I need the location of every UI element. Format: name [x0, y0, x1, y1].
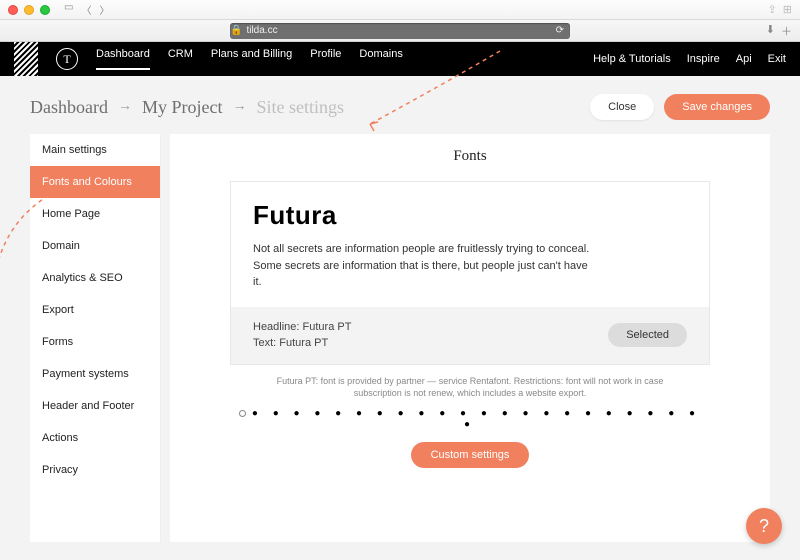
font-footnote: Futura PT: font is provided by partner —… — [260, 375, 680, 400]
breadcrumb-current: Site settings — [256, 97, 344, 118]
forward-icon[interactable]: 〉 — [99, 2, 109, 17]
macos-titlebar: ▭ 〈 〉 ⇪ ⊞ — [0, 0, 800, 20]
nav-help[interactable]: Help & Tutorials — [593, 53, 671, 65]
breadcrumb: Dashboard → My Project → Site settings — [30, 97, 344, 118]
panel-heading: Fonts — [230, 148, 710, 165]
sidebar-item-payment[interactable]: Payment systems — [30, 358, 160, 390]
brand-pattern — [14, 42, 38, 76]
font-meta: Headline: Futura PT Text: Futura PT — [253, 319, 351, 352]
font-sample-title: Futura — [253, 200, 687, 231]
share-icon[interactable]: ⇪ — [768, 3, 777, 16]
app-topnav: T Dashboard CRM Plans and Billing Profil… — [0, 42, 800, 76]
back-icon[interactable]: 〈 — [81, 2, 91, 17]
sidebar-item-home[interactable]: Home Page — [30, 198, 160, 230]
nav-crm[interactable]: CRM — [168, 48, 193, 70]
nav-links: Dashboard CRM Plans and Billing Profile … — [96, 48, 403, 70]
page-body: Dashboard → My Project → Site settings C… — [0, 76, 800, 560]
sidebar-toggle-icon[interactable]: ▭ — [64, 2, 73, 17]
nav-dashboard[interactable]: Dashboard — [96, 48, 150, 70]
sidebar-item-export[interactable]: Export — [30, 294, 160, 326]
sidebar-item-headerfooter[interactable]: Header and Footer — [30, 390, 160, 422]
settings-sidebar: Main settings Fonts and Colours Home Pag… — [30, 134, 160, 542]
tabs-icon[interactable]: ⊞ — [783, 3, 792, 16]
nav-inspire[interactable]: Inspire — [687, 53, 720, 65]
close-button[interactable]: Close — [590, 94, 654, 120]
sidebar-item-domain[interactable]: Domain — [30, 230, 160, 262]
sidebar-item-fonts[interactable]: Fonts and Colours — [30, 166, 160, 198]
downloads-icon[interactable]: ⬇ — [766, 23, 775, 39]
url-field[interactable]: 🔒 tilda.cc ⟳ — [230, 23, 570, 39]
nav-api[interactable]: Api — [736, 53, 752, 65]
sidebar-item-forms[interactable]: Forms — [30, 326, 160, 358]
browser-url-bar: 🔒 tilda.cc ⟳ ⬇ ＋ — [0, 20, 800, 42]
chevron-right-icon: → — [118, 99, 132, 115]
font-sample-desc: Not all secrets are information people a… — [253, 241, 593, 291]
fonts-panel: Fonts Futura Not all secrets are informa… — [170, 134, 770, 542]
carousel-dots[interactable]: ● ● ● ● ● ● ● ● ● ● ● ● ● ● ● ● ● ● ● ● … — [230, 408, 710, 430]
traffic-zoom-icon[interactable] — [40, 5, 50, 15]
breadcrumb-row: Dashboard → My Project → Site settings C… — [0, 76, 800, 134]
traffic-minimize-icon[interactable] — [24, 5, 34, 15]
selected-badge[interactable]: Selected — [608, 323, 687, 347]
font-card: Futura Not all secrets are information p… — [230, 181, 710, 365]
breadcrumb-dashboard[interactable]: Dashboard — [30, 97, 108, 118]
nav-exit[interactable]: Exit — [768, 53, 786, 65]
help-fab[interactable]: ? — [746, 508, 782, 544]
chevron-right-icon: → — [232, 99, 246, 115]
question-icon: ? — [759, 516, 769, 537]
text-label: Text: Futura PT — [253, 335, 351, 352]
url-host: tilda.cc — [246, 25, 277, 36]
reload-icon[interactable]: ⟳ — [556, 25, 564, 36]
tilda-logo-icon[interactable]: T — [56, 48, 78, 70]
save-changes-button[interactable]: Save changes — [664, 94, 770, 120]
custom-settings-button[interactable]: Custom settings — [411, 442, 530, 468]
traffic-close-icon[interactable] — [8, 5, 18, 15]
nav-profile[interactable]: Profile — [310, 48, 341, 70]
breadcrumb-project[interactable]: My Project — [142, 97, 223, 118]
headline-label: Headline: Futura PT — [253, 319, 351, 336]
sidebar-item-privacy[interactable]: Privacy — [30, 454, 160, 486]
sidebar-item-main[interactable]: Main settings — [30, 134, 160, 166]
lock-icon: 🔒 — [230, 25, 242, 36]
nav-right: Help & Tutorials Inspire Api Exit — [593, 53, 786, 65]
add-tab-icon[interactable]: ＋ — [781, 23, 792, 39]
sidebar-item-analytics[interactable]: Analytics & SEO — [30, 262, 160, 294]
nav-plans[interactable]: Plans and Billing — [211, 48, 292, 70]
nav-domains[interactable]: Domains — [359, 48, 402, 70]
sidebar-item-actions[interactable]: Actions — [30, 422, 160, 454]
